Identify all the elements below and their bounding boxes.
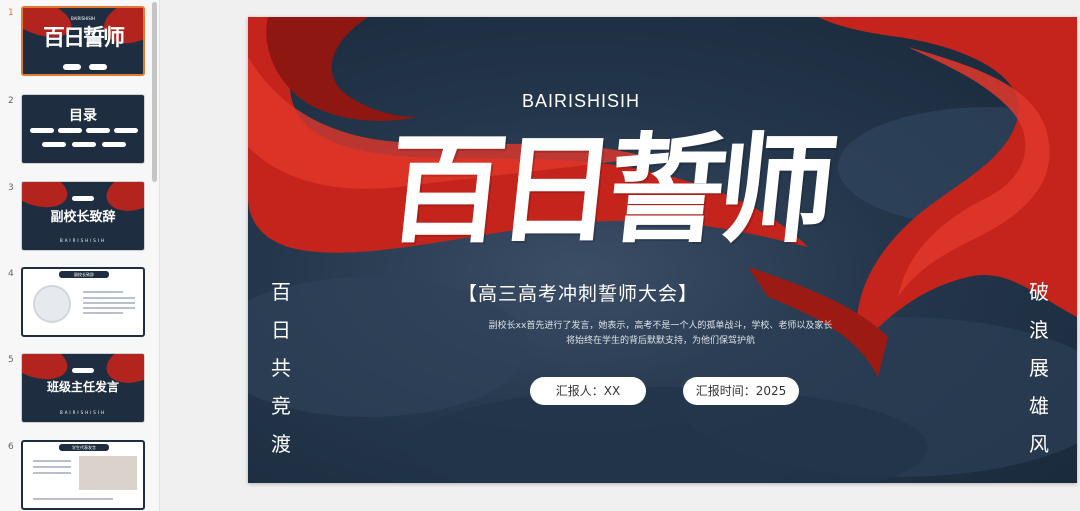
slide-number: 2 bbox=[8, 96, 14, 106]
thumbnail-row[interactable]: 3 副校长致辞 BAIRISHISIH bbox=[0, 181, 152, 253]
mini-pill bbox=[72, 368, 94, 373]
text-line bbox=[83, 307, 135, 309]
thumb-header: 学生代表发言 bbox=[59, 444, 109, 451]
photo bbox=[79, 456, 137, 490]
slide-thumbnail-5[interactable]: 班级主任发言 BAIRISHISIH bbox=[21, 353, 145, 423]
mini-pill bbox=[89, 64, 107, 70]
thumb-title: 副校长致辞 bbox=[50, 210, 116, 225]
slide-description: 副校长xx首先进行了发言，她表示，高考不是一个人的孤单战斗，学校、老师以及家长 … bbox=[488, 319, 833, 349]
slide-number: 1 bbox=[8, 8, 14, 18]
text-line bbox=[83, 297, 135, 299]
slide-number: 3 bbox=[8, 183, 14, 193]
mini-pill bbox=[63, 64, 81, 70]
slogan-char: 百 bbox=[271, 280, 291, 304]
text-line bbox=[33, 460, 71, 462]
thumb-caption: BAIRISHISIH bbox=[59, 410, 107, 415]
thumb-title: 班级主任发言 bbox=[46, 380, 119, 394]
thumbnail-row[interactable]: 4 副校长致辞 bbox=[0, 267, 152, 339]
text-line bbox=[33, 498, 113, 500]
slide-number: 4 bbox=[8, 269, 14, 279]
right-vertical-slogan: 破 浪 展 雄 风 bbox=[1027, 273, 1051, 463]
slide-number: 6 bbox=[8, 442, 14, 452]
description-line: 副校长xx首先进行了发言，她表示，高考不是一个人的孤单战斗，学校、老师以及家长 bbox=[488, 321, 833, 331]
mini-pill bbox=[114, 128, 138, 133]
mini-pill bbox=[30, 128, 54, 133]
text-line bbox=[33, 472, 71, 474]
presentation-app: 1 BAIRISHISIH 百日誓师 2 目录 3 副校长致辞 BAIRISHI… bbox=[0, 0, 1080, 511]
text-line bbox=[33, 466, 71, 468]
mini-pill bbox=[86, 128, 110, 133]
left-vertical-slogan: 百 日 共 竞 渡 bbox=[269, 273, 293, 463]
slogan-char: 日 bbox=[271, 318, 291, 342]
slogan-char: 雄 bbox=[1029, 394, 1049, 418]
mini-pill bbox=[72, 196, 94, 201]
thumbnail-row[interactable]: 1 BAIRISHISIH 百日誓师 bbox=[0, 6, 152, 78]
slide-thumbnail-3[interactable]: 副校长致辞 BAIRISHISIH bbox=[21, 181, 145, 251]
slogan-char: 展 bbox=[1029, 356, 1049, 380]
slide-editing-canvas[interactable]: BAIRISHISIH 百日誓师 【高三高考冲刺誓师大会】 副校长xx首先进行了… bbox=[161, 0, 1080, 511]
slide-thumbnail-2[interactable]: 目录 bbox=[21, 94, 145, 164]
slogan-char: 竞 bbox=[271, 394, 291, 418]
mini-pill bbox=[42, 142, 66, 147]
slide-thumbnail-4[interactable]: 副校长致辞 bbox=[21, 267, 145, 337]
thumb-header: 副校长致辞 bbox=[59, 271, 109, 278]
conference-name: 【高三高考冲刺誓师大会】 bbox=[458, 283, 699, 305]
slide-title: 百日誓师 bbox=[380, 120, 836, 259]
mini-pill bbox=[102, 142, 126, 147]
thumbnail-row[interactable]: 6 学生代表发言 bbox=[0, 440, 152, 511]
text-line bbox=[83, 291, 123, 293]
photo-circle bbox=[33, 285, 71, 323]
slogan-char: 浪 bbox=[1029, 318, 1049, 342]
description-line: 将始终在学生的背后默默支持，为他们保驾护航 bbox=[565, 336, 755, 346]
slide-thumbnail-6[interactable]: 学生代表发言 bbox=[21, 440, 145, 510]
reporter-pill: 汇报人：XX bbox=[530, 377, 646, 405]
slogan-char: 共 bbox=[271, 356, 291, 380]
slide-thumbnail-panel[interactable]: 1 BAIRISHISIH 百日誓师 2 目录 3 副校长致辞 BAIRISHI… bbox=[0, 0, 160, 511]
mini-pill bbox=[72, 142, 96, 147]
thumbnail-scrollbar[interactable] bbox=[152, 2, 157, 182]
thumb-title: 目录 bbox=[69, 108, 97, 124]
current-slide[interactable]: BAIRISHISIH 百日誓师 【高三高考冲刺誓师大会】 副校长xx首先进行了… bbox=[248, 17, 1077, 483]
thumbnail-row[interactable]: 2 目录 bbox=[0, 94, 152, 166]
slide-thumbnail-1[interactable]: BAIRISHISIH 百日誓师 bbox=[21, 6, 145, 76]
slogan-char: 破 bbox=[1029, 280, 1049, 304]
mini-pill bbox=[58, 128, 82, 133]
slogan-char: 渡 bbox=[271, 432, 291, 456]
text-line bbox=[83, 312, 123, 314]
thumb-title: 百日誓师 bbox=[42, 25, 125, 51]
slide-number: 5 bbox=[8, 355, 14, 365]
thumbnail-row[interactable]: 5 班级主任发言 BAIRISHISIH bbox=[0, 353, 152, 425]
report-time-pill: 汇报时间：2025 bbox=[683, 377, 799, 405]
text-line bbox=[83, 302, 135, 304]
thumb-caption: BAIRISHISIH bbox=[59, 238, 107, 243]
slogan-char: 风 bbox=[1029, 432, 1049, 456]
